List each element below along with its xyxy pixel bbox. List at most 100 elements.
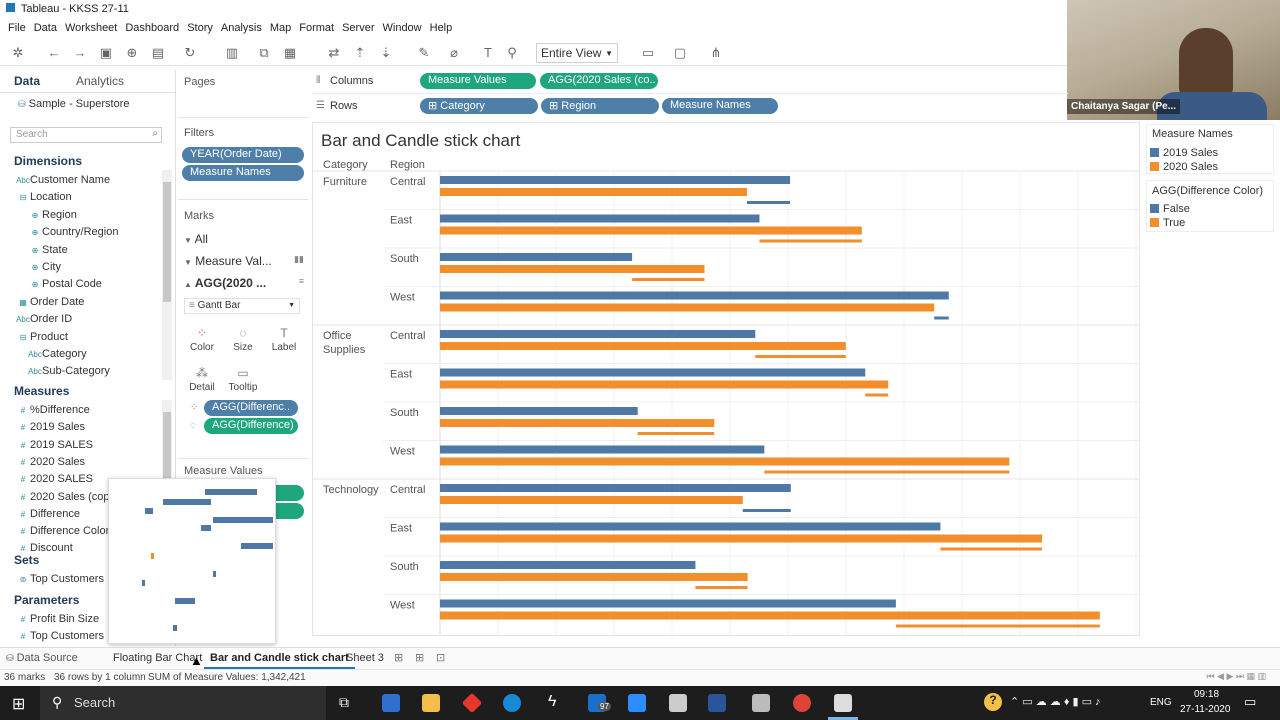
dimension-field[interactable]: ⊕ Region [28,209,77,221]
dimension-field[interactable]: ▦ Order Date [16,296,84,308]
word-icon[interactable] [708,694,726,712]
measure-field[interactable]: # Difference [16,508,80,520]
dimension-field[interactable]: AbcCategory [28,348,87,360]
swap-icon[interactable]: ⇄ [326,45,342,61]
app-icon[interactable] [461,692,483,714]
menu-help[interactable]: Help [426,20,457,38]
new-data-source-icon[interactable]: ⊕ [124,45,140,61]
menu-format[interactable]: Format [295,20,338,38]
data-tab[interactable]: Data [14,74,40,88]
new-dashboard-icon[interactable]: ⊞ [415,651,424,664]
filter-pill[interactable]: YEAR(Order Date) [182,147,304,163]
pause-updates-icon[interactable]: ▤ [150,45,166,61]
measure-field[interactable]: # %Difference [16,404,90,416]
color-button[interactable]: ⁘ Color [183,324,221,362]
rows-pill[interactable]: ⊞ Region [541,98,659,114]
language-indicator[interactable]: ENG [1150,697,1172,708]
app-icon[interactable] [382,694,400,712]
new-worksheet-icon[interactable]: ⊞ [394,651,403,664]
legend-item[interactable]: 2019 Sales [1150,147,1218,159]
help-icon[interactable]: ? [984,693,1002,711]
refresh-icon[interactable]: ↻ [182,45,198,61]
marks-measure-row[interactable]: ▼ Measure Val... ▮▮ [184,254,304,268]
menu-dashboard[interactable]: Dashboard [121,20,183,38]
task-view-icon[interactable]: ⧉ [339,694,349,711]
legend-item[interactable]: False [1150,203,1190,215]
dimension-field[interactable]: AbcCustomer Name [16,174,110,186]
menu-worksheet[interactable]: Worksheet [61,20,121,38]
fix-axes-icon[interactable]: ⚲ [504,45,520,61]
data-source-item[interactable]: ⛁ Sample - Superstore [18,98,130,110]
labels-icon[interactable]: T [480,45,496,61]
app-icon[interactable] [752,694,770,712]
marks-agg-row[interactable]: ▲ AGG(2020 ... ≡ [184,276,304,290]
dimensions-scroll-thumb[interactable] [163,182,171,302]
tray-icons[interactable]: ⌃ ▭ ☁ ☁ ♦ ▮ ▭ ♪ [1010,695,1101,708]
field-search-input[interactable]: Search ⌕ [10,127,162,143]
marks-all-row[interactable]: ▼ All [184,232,208,246]
group-icon[interactable]: ⌀ [446,45,462,61]
mark-type-select[interactable]: ≡ Gantt Bar ▼ [184,298,300,314]
fit-view-select[interactable]: Entire View ▼ [536,43,618,63]
sheet-tab[interactable]: Floating Bar Chart [113,652,202,664]
rows-pill[interactable]: ⊞ Category [420,98,538,114]
dimension-field[interactable]: ⊕ State [28,244,68,256]
new-worksheet-icon[interactable]: ▥ [224,45,240,61]
duplicate-icon[interactable]: ⧉ [256,45,272,61]
show-cards-icon[interactable]: ▭ [640,45,656,61]
notification-icon[interactable]: ▭ [1244,694,1256,710]
data-source-tab[interactable]: ⛁ Data Source [6,652,78,664]
marks-size-pill[interactable]: AGG(Difference) [204,418,298,434]
legend-item[interactable]: True [1150,217,1185,229]
save-icon[interactable]: ▣ [98,45,114,61]
columns-pill[interactable]: Measure Values [420,73,536,89]
menu-analysis[interactable]: Analysis [217,20,266,38]
new-story-icon[interactable]: ⊡ [436,651,445,664]
dimension-field[interactable]: ⊕ Country/Region [28,226,119,238]
chrome-icon[interactable] [793,694,811,712]
menu-file[interactable]: File [4,20,30,38]
label-button[interactable]: T Label [265,324,303,362]
tooltip-button[interactable]: ▭ Tooltip [224,364,262,402]
app-icon[interactable]: ϟ [548,693,556,711]
clock-time[interactable]: 09:18 [1194,689,1219,700]
sort-ascending-icon[interactable]: ⇡ [352,45,368,61]
dimension-field[interactable]: ⊟ Product [16,331,68,343]
sheet-nav-icons[interactable]: ⏮ ◀ ▶ ⏭ ▦ ▥ [1206,671,1266,682]
edge-browser-icon[interactable] [503,694,521,712]
clock-date[interactable]: 27-11-2020 [1180,704,1230,715]
detail-button[interactable]: ⁂ Detail [183,364,221,402]
zoom-icon[interactable] [628,694,646,712]
menu-map[interactable]: Map [266,20,295,38]
set-item[interactable]: ⊚ Top Customers I [16,573,110,585]
dimension-field[interactable]: AbcSub-Category [28,365,110,377]
measures-scroll-thumb[interactable] [163,412,171,482]
measure-field[interactable]: #2020 Sales [16,456,85,468]
dimension-field[interactable]: ⊕ Postal Code [28,278,102,290]
parameter-item[interactable]: # Top Customers [16,630,104,642]
presentation-icon[interactable]: ▢ [672,45,688,61]
filter-pill[interactable]: Measure Names [182,165,304,181]
menu-data[interactable]: Data [30,20,61,38]
menu-server[interactable]: Server [338,20,378,38]
clear-sheet-icon[interactable]: ▦ [282,45,298,61]
marks-color-pill[interactable]: AGG(Differenc.. [204,400,298,416]
share-icon[interactable]: ⋔ [708,45,724,61]
windows-start-icon[interactable]: ⊞ [12,694,25,714]
menu-window[interactable]: Window [379,20,426,38]
size-button[interactable]: ◌ Size [224,324,262,362]
dimension-field[interactable]: AbcOrder ID [16,313,72,325]
sheet-tab-active[interactable]: Bar and Candle stick chart [204,648,355,669]
redo-icon[interactable]: → [72,45,88,61]
measure-field[interactable]: # Difference Color [16,525,110,537]
tableau-logo-icon[interactable]: ✲ [10,45,26,61]
file-explorer-icon[interactable] [422,694,440,712]
parameter-item[interactable]: # Profit Bin Size [16,613,99,625]
menu-story[interactable]: Story [183,20,217,38]
rows-pill[interactable]: Measure Names [662,98,778,114]
taskbar-search-box[interactable]: ⚲ Search [40,686,326,720]
tableau-taskbar-icon[interactable] [834,694,852,712]
highlight-icon[interactable]: ✎ [416,45,432,61]
calculator-icon[interactable] [669,694,687,712]
sort-descending-icon[interactable]: ⇣ [378,45,394,61]
